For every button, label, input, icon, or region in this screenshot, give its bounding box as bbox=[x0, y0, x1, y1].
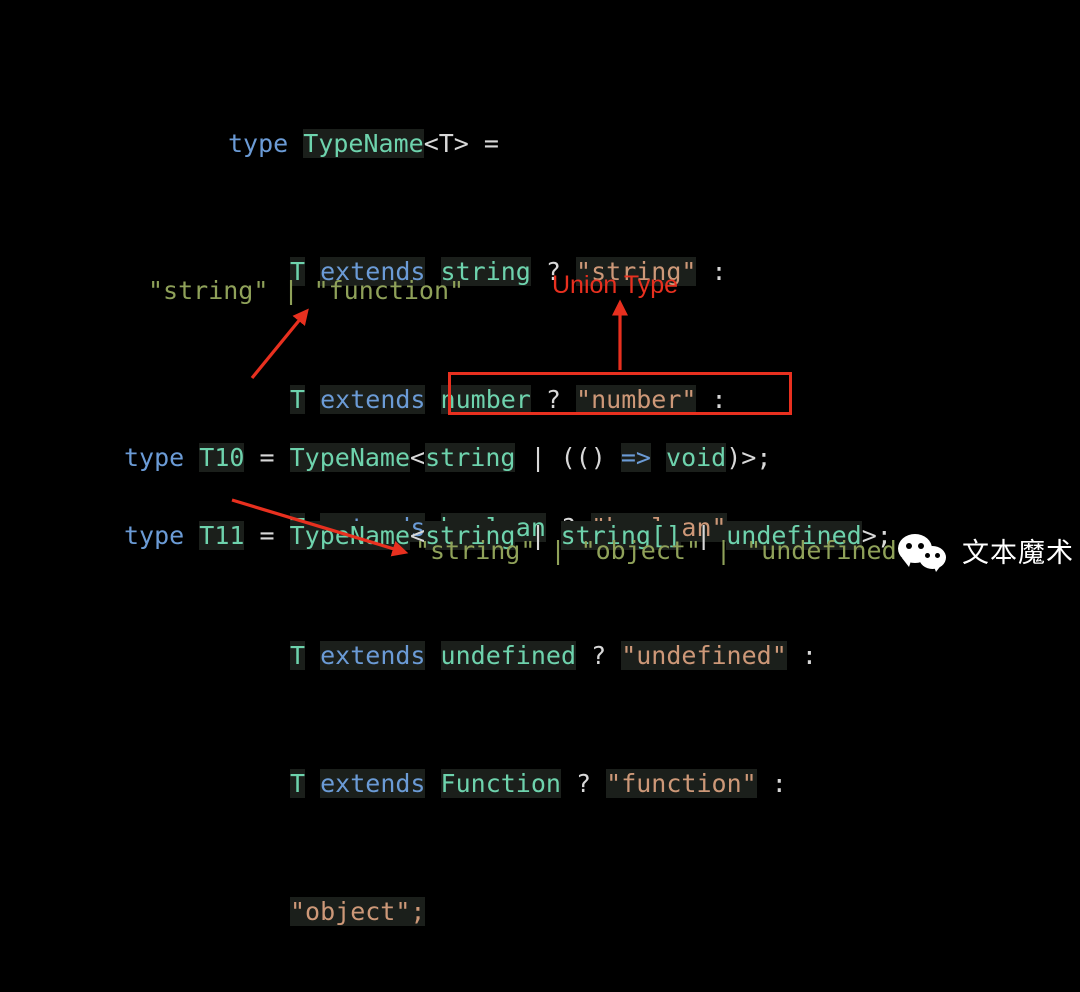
result-literal: "undefined" bbox=[621, 641, 787, 670]
ternary-question: ? bbox=[576, 769, 592, 798]
fallback-line: "object"; bbox=[228, 896, 817, 928]
type-param: T bbox=[290, 769, 306, 798]
ternary-question: ? bbox=[591, 641, 607, 670]
constraint-type: undefined bbox=[440, 641, 577, 670]
ternary-colon: : bbox=[711, 257, 727, 286]
generic-param: <T> bbox=[423, 129, 469, 158]
space-2 bbox=[469, 129, 484, 158]
alias-t11: T11 bbox=[199, 521, 245, 550]
keyword-extends: extends bbox=[320, 769, 426, 798]
equals-sign: = bbox=[259, 521, 275, 550]
conditional-line-4: T extends Function ? "function" : bbox=[228, 768, 817, 800]
watermark-text: 文本魔术 bbox=[962, 538, 1074, 569]
wechat-icon bbox=[898, 534, 952, 574]
type-param: T bbox=[290, 641, 306, 670]
union-type-label: Union Type bbox=[552, 271, 679, 299]
result-literal: "function" bbox=[606, 769, 757, 798]
keyword-type: type bbox=[228, 129, 289, 158]
watermark: 文本魔术 bbox=[898, 534, 1074, 574]
equals-sign: = bbox=[483, 129, 499, 158]
keyword-type: type bbox=[124, 521, 185, 550]
ternary-colon: : bbox=[771, 769, 787, 798]
ternary-colon: : bbox=[801, 641, 817, 670]
code-illustration-canvas: type TypeName<T> = T extends string ? "s… bbox=[0, 0, 1080, 926]
declaration-line-1: type TypeName<T> = bbox=[228, 128, 817, 160]
annotation-result-t10: "string" | "function" bbox=[148, 276, 465, 305]
generic-reference: TypeName bbox=[289, 521, 411, 550]
keyword-extends: extends bbox=[320, 641, 426, 670]
type-name-identifier: TypeName bbox=[303, 129, 424, 158]
constraint-type: Function bbox=[440, 769, 561, 798]
fallback-literal: "object"; bbox=[290, 897, 426, 926]
annotation-result-t11: "string" | "object" | "undefined" bbox=[415, 536, 912, 565]
space-1 bbox=[288, 129, 303, 158]
conditional-line-3: T extends undefined ? "undefined" : bbox=[228, 640, 817, 672]
